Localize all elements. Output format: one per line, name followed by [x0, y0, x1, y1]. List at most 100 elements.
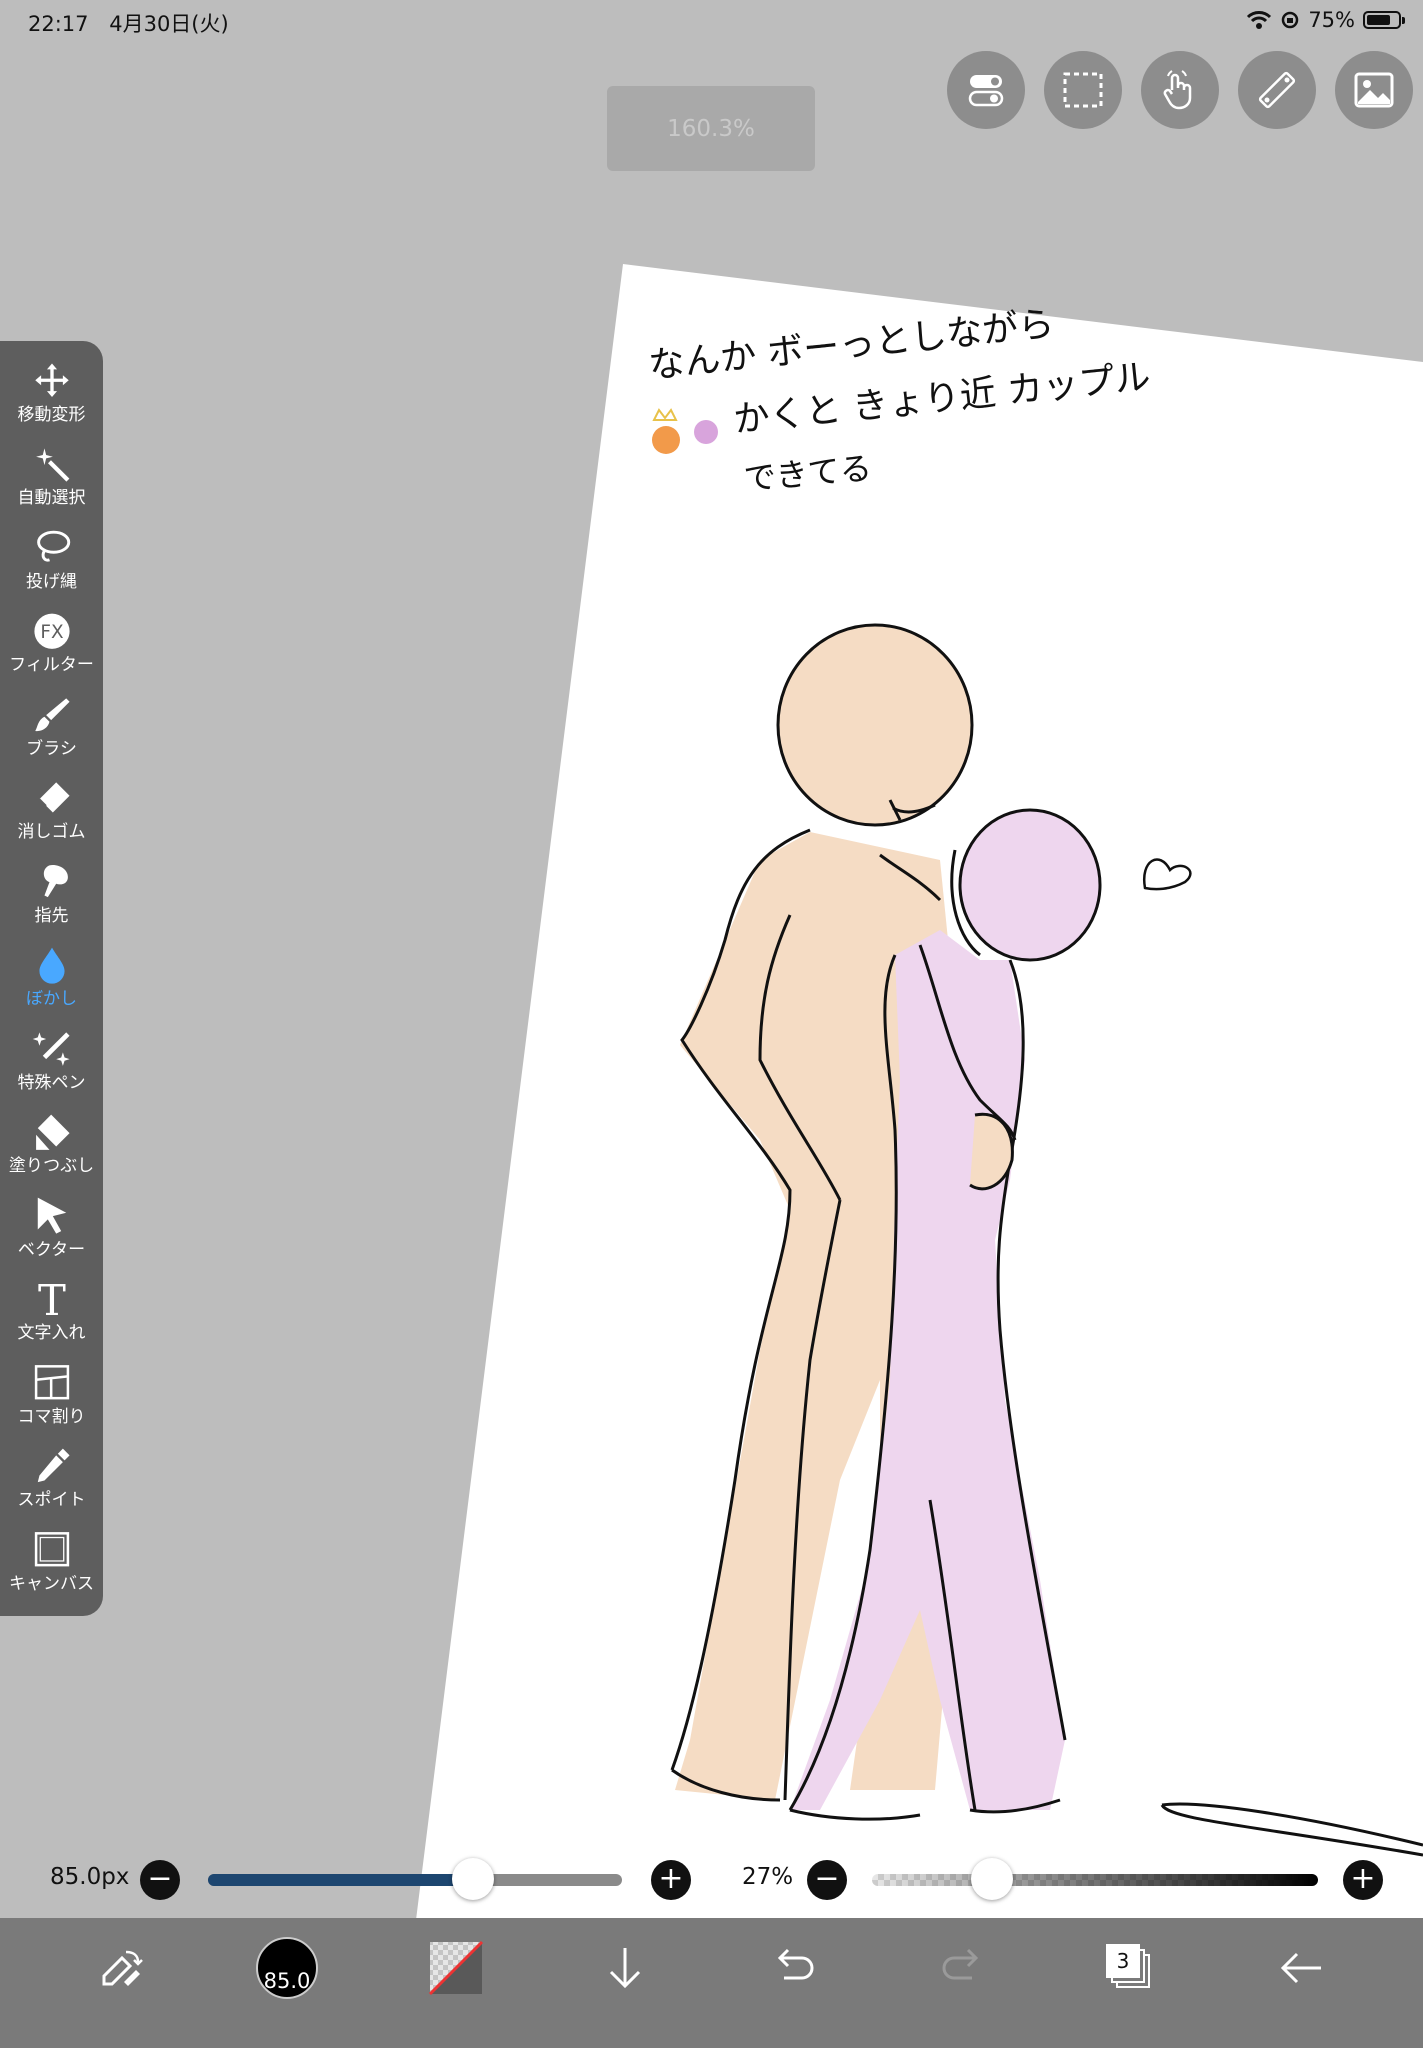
arrow-left-icon: [1280, 1952, 1321, 1984]
material-image-icon: [1354, 72, 1394, 108]
tool-eraser[interactable]: 消しゴム: [0, 759, 103, 842]
pen-eraser-swap-icon: [102, 1950, 143, 1986]
canvas-square-icon: [34, 1532, 69, 1567]
quick-switch-button[interactable]: [75, 1918, 165, 2018]
top-tool-group: [947, 51, 1413, 129]
rotation-lock-icon: [1282, 11, 1299, 29]
touch-gesture-button[interactable]: [1141, 51, 1219, 129]
lasso-icon: [36, 530, 70, 562]
tool-label: 塗りつぶし: [8, 1156, 95, 1176]
arrow-down-icon: [609, 1948, 641, 1989]
redo-button[interactable]: [917, 1918, 1007, 2018]
opacity-label: 27%: [742, 1864, 794, 1890]
tool-frame-divider[interactable]: コマ割り: [0, 1343, 103, 1427]
tool-eyedropper[interactable]: スポイト: [0, 1427, 103, 1510]
layers-button[interactable]: 3: [1085, 1918, 1175, 2018]
tool-lasso[interactable]: 投げ縄: [0, 508, 103, 592]
bottom-toolbar: 85.0 3: [0, 1918, 1423, 2048]
tool-text[interactable]: T 文字入れ: [0, 1260, 103, 1344]
tool-sidebar: 移動変形自動選択投げ縄 FX フィルターブラシ消しゴム指先ぼかし 特殊ペン塗りつぶしベ…: [0, 341, 103, 1616]
selection-icon: [1063, 72, 1103, 108]
brush-size-track[interactable]: [208, 1874, 622, 1886]
tool-fill[interactable]: 塗りつぶし: [0, 1093, 103, 1176]
download-button[interactable]: [580, 1918, 670, 2018]
cursor-arrow-icon: [37, 1197, 66, 1234]
layer-count: 3: [1106, 1944, 1140, 1978]
eraser-icon: [38, 781, 70, 812]
redo-icon: [942, 1948, 979, 1980]
tool-move-transform[interactable]: 移動変形: [0, 341, 103, 425]
battery-percent: 75%: [1308, 8, 1355, 32]
text-t-icon: T: [38, 1280, 66, 1319]
ruler-icon: [1258, 71, 1296, 109]
tool-label: キャンバス: [9, 1573, 94, 1594]
tool-canvas[interactable]: キャンバス: [0, 1510, 103, 1594]
canvas-paper[interactable]: なんか ボーっとしながら かくと きょり近 カップル できてる: [0, 0, 1423, 2048]
selection-button[interactable]: [1044, 51, 1122, 129]
brush-size-knob[interactable]: [451, 1858, 494, 1900]
back-button[interactable]: [1256, 1918, 1346, 2018]
tool-label: ぼかし: [26, 989, 77, 1009]
magic-wand-icon: [35, 447, 69, 482]
orange-dot: [652, 426, 680, 454]
status-time: 22:17 4月30日(火): [28, 8, 229, 38]
fx-icon: FX: [33, 613, 70, 649]
tool-label: 文字入れ: [17, 1323, 86, 1343]
status-indicators: 75%: [1246, 8, 1405, 32]
svg-text:T: T: [38, 1280, 66, 1319]
undo-button[interactable]: [749, 1918, 839, 2018]
brush-size-fill: [208, 1874, 473, 1886]
toggle-button[interactable]: [947, 51, 1025, 129]
opacity-track[interactable]: [872, 1874, 1318, 1886]
material-button[interactable]: [1335, 51, 1413, 129]
eyedropper-icon: [37, 1448, 70, 1482]
brush-size-preview-button[interactable]: 85.0: [242, 1918, 332, 2018]
tool-label: 消しゴム: [17, 822, 86, 842]
tool-blur[interactable]: ぼかし: [0, 926, 103, 1009]
tool-finger[interactable]: 指先: [0, 842, 103, 926]
tool-label: 指先: [34, 905, 69, 926]
zoom-level-badge: 160.3%: [607, 86, 815, 171]
tool-label: 自動選択: [17, 488, 86, 508]
transparent-color-icon: [428, 1940, 484, 1996]
brush-icon: [34, 698, 70, 732]
move-arrows-icon: [34, 363, 69, 397]
tool-label: ベクター: [17, 1239, 86, 1260]
tool-label: フィルター: [9, 655, 94, 675]
opacity-plus-button[interactable]: +: [1343, 1860, 1383, 1900]
brush-size-minus-button[interactable]: −: [140, 1860, 180, 1900]
touch-gesture-icon: [1163, 70, 1192, 110]
tool-auto-select[interactable]: 自動選択: [0, 425, 103, 508]
brush-size-label: 85.0px: [50, 1864, 130, 1890]
clock-time: 22:17: [28, 12, 89, 36]
battery-icon: [1363, 11, 1405, 29]
tool-vector[interactable]: ベクター: [0, 1176, 103, 1260]
panels-icon: [34, 1365, 69, 1400]
battery-fill: [1367, 15, 1390, 25]
drawing-canvas[interactable]: なんか ボーっとしながら かくと きょり近 カップル できてる: [0, 0, 1423, 2048]
undo-icon: [777, 1948, 814, 1980]
tool-special-pen[interactable]: 特殊ペン: [0, 1009, 103, 1093]
ruler-button[interactable]: [1238, 51, 1316, 129]
tool-filter[interactable]: FX フィルター: [0, 592, 103, 675]
tool-label: 投げ縄: [26, 571, 77, 592]
slider-row: 85.0px − + 27% − +: [0, 1850, 1423, 1910]
layers-icon: 3: [1106, 1944, 1154, 1992]
svg-text:FX: FX: [40, 621, 64, 642]
sparkle-pen-icon: [32, 1032, 70, 1066]
toggle-icon: [968, 75, 1004, 107]
tool-label: スポイト: [17, 1490, 86, 1510]
color-swatch-button[interactable]: [411, 1918, 501, 2018]
tool-label: ブラシ: [26, 738, 77, 759]
opacity-minus-button[interactable]: −: [807, 1860, 847, 1900]
tool-brush[interactable]: ブラシ: [0, 675, 103, 759]
droplet-icon: [38, 947, 65, 984]
brush-size-plus-button[interactable]: +: [651, 1860, 691, 1900]
purple-dot: [694, 420, 718, 444]
tool-label: コマ割り: [17, 1406, 86, 1427]
status-bar: 22:17 4月30日(火) 75%: [0, 0, 1423, 44]
opacity-knob[interactable]: [971, 1858, 1014, 1900]
brush-preview: 85.0: [256, 1937, 318, 1999]
clock-date: 4月30日(火): [109, 12, 229, 36]
wifi-icon: [1247, 11, 1272, 29]
